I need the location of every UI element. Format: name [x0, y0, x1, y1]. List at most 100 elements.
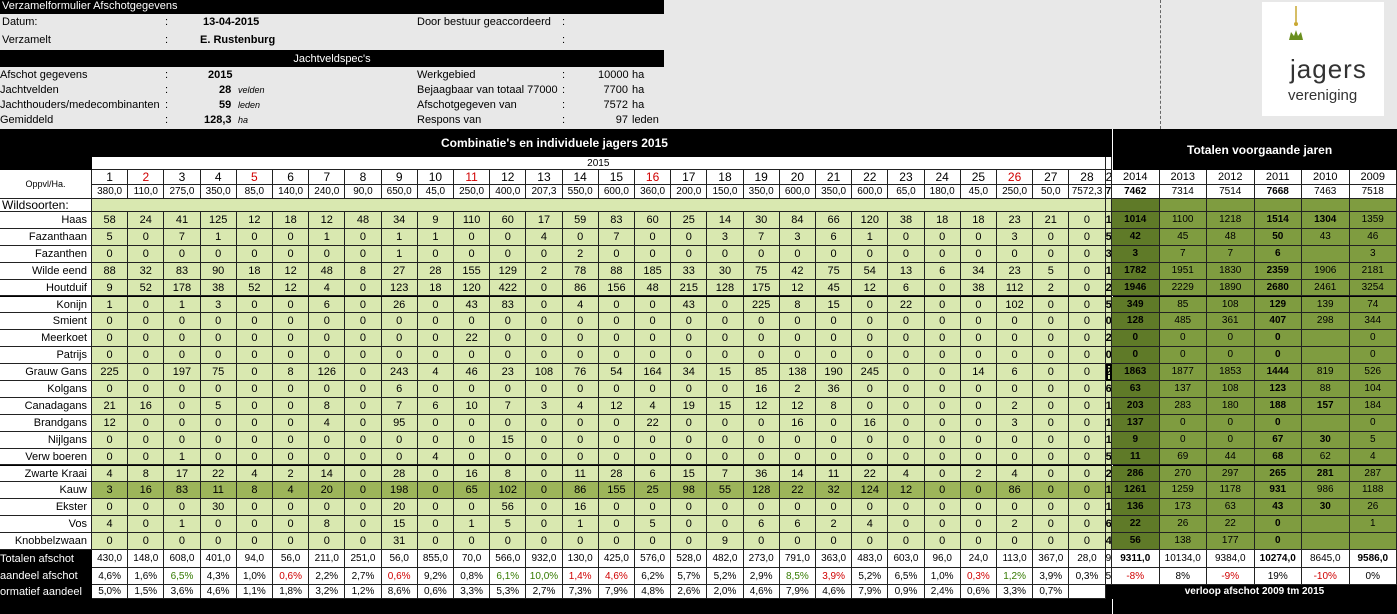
data-cell[interactable]: 2: [1033, 279, 1070, 297]
data-cell[interactable]: 102: [997, 296, 1034, 314]
data-cell[interactable]: 0: [816, 448, 853, 466]
data-cell[interactable]: 1: [92, 296, 129, 314]
data-cell[interactable]: 0: [200, 448, 237, 466]
data-cell[interactable]: 0: [707, 296, 744, 314]
data-cell[interactable]: 28: [417, 262, 454, 280]
data-cell[interactable]: 0: [128, 448, 165, 466]
data-cell[interactable]: 12: [92, 414, 129, 432]
data-cell[interactable]: 0: [1069, 262, 1106, 280]
data-cell[interactable]: 6: [924, 262, 961, 280]
data-cell[interactable]: 3: [200, 296, 237, 314]
data-cell[interactable]: 4: [92, 465, 129, 483]
data-cell[interactable]: 4: [997, 465, 1034, 483]
data-cell[interactable]: 422: [490, 279, 527, 297]
data-cell[interactable]: 164: [635, 364, 672, 381]
data-cell[interactable]: 0: [417, 431, 454, 449]
data-cell[interactable]: 0: [345, 516, 382, 534]
data-cell[interactable]: 0: [236, 516, 273, 534]
afschotgeg-value[interactable]: 7572: [598, 98, 628, 113]
data-cell[interactable]: 215: [671, 279, 708, 297]
data-cell[interactable]: 13: [888, 262, 925, 280]
data-cell[interactable]: 0: [779, 330, 816, 348]
data-cell[interactable]: 3: [92, 482, 129, 500]
data-cell[interactable]: 0: [779, 245, 816, 263]
data-cell[interactable]: 20: [381, 499, 418, 517]
data-cell[interactable]: 1: [164, 296, 201, 314]
data-cell[interactable]: 0: [1033, 381, 1070, 398]
data-cell[interactable]: 6: [779, 516, 816, 534]
data-cell[interactable]: 0: [236, 347, 273, 365]
data-cell[interactable]: 0: [562, 533, 599, 550]
data-cell[interactable]: 4: [526, 228, 563, 246]
data-cell[interactable]: 0: [852, 431, 889, 449]
data-cell[interactable]: 48: [309, 262, 346, 280]
data-cell[interactable]: 198: [381, 482, 418, 500]
data-cell[interactable]: 0: [345, 448, 382, 466]
data-cell[interactable]: 0: [128, 313, 165, 331]
data-cell[interactable]: 0: [1069, 448, 1106, 466]
data-cell[interactable]: 6: [997, 364, 1034, 381]
data-cell[interactable]: 0: [671, 330, 708, 348]
data-cell[interactable]: 8: [128, 465, 165, 483]
data-cell[interactable]: 0: [200, 533, 237, 550]
data-cell[interactable]: 33: [671, 262, 708, 280]
data-cell[interactable]: 0: [273, 499, 310, 517]
data-cell[interactable]: 22: [888, 296, 925, 314]
data-cell[interactable]: 0: [960, 245, 997, 263]
data-cell[interactable]: 0: [598, 533, 635, 550]
data-cell[interactable]: 9: [707, 533, 744, 550]
data-cell[interactable]: 0: [345, 364, 382, 381]
data-cell[interactable]: 0: [164, 431, 201, 449]
data-cell[interactable]: 0: [164, 347, 201, 365]
data-cell[interactable]: 0: [164, 397, 201, 415]
data-cell[interactable]: 0: [1033, 448, 1070, 466]
data-cell[interactable]: 0: [128, 516, 165, 534]
data-cell[interactable]: 0: [526, 482, 563, 500]
data-cell[interactable]: 0: [671, 228, 708, 246]
data-cell[interactable]: 15: [381, 516, 418, 534]
data-cell[interactable]: 11: [562, 465, 599, 483]
data-cell[interactable]: 54: [598, 364, 635, 381]
data-cell[interactable]: 0: [562, 431, 599, 449]
data-cell[interactable]: 0: [309, 448, 346, 466]
data-cell[interactable]: 0: [924, 313, 961, 331]
data-cell[interactable]: 0: [164, 414, 201, 432]
data-cell[interactable]: 0: [490, 245, 527, 263]
data-cell[interactable]: 52: [236, 279, 273, 297]
data-cell[interactable]: 0: [852, 448, 889, 466]
data-cell[interactable]: 0: [1069, 482, 1106, 500]
data-cell[interactable]: 0: [779, 313, 816, 331]
data-cell[interactable]: 2: [960, 465, 997, 483]
data-cell[interactable]: 0: [852, 296, 889, 314]
data-cell[interactable]: 90: [200, 262, 237, 280]
data-cell[interactable]: 0: [960, 516, 997, 534]
data-cell[interactable]: 8: [779, 296, 816, 314]
data-cell[interactable]: 0: [273, 448, 310, 466]
data-cell[interactable]: 0: [345, 397, 382, 415]
data-cell[interactable]: 0: [562, 414, 599, 432]
data-cell[interactable]: 123: [381, 279, 418, 297]
data-cell[interactable]: 9: [417, 212, 454, 229]
data-cell[interactable]: 48: [345, 212, 382, 229]
data-cell[interactable]: 34: [381, 212, 418, 229]
data-cell[interactable]: 0: [924, 465, 961, 483]
data-cell[interactable]: 11: [816, 465, 853, 483]
data-cell[interactable]: 0: [309, 347, 346, 365]
data-cell[interactable]: 0: [345, 533, 382, 550]
data-cell[interactable]: 14: [707, 212, 744, 229]
data-cell[interactable]: 86: [562, 482, 599, 500]
data-cell[interactable]: 18: [417, 279, 454, 297]
data-cell[interactable]: 0: [526, 448, 563, 466]
data-cell[interactable]: 4: [635, 397, 672, 415]
data-cell[interactable]: 4: [309, 414, 346, 432]
data-cell[interactable]: 0: [128, 228, 165, 246]
data-cell[interactable]: 108: [526, 364, 563, 381]
data-cell[interactable]: 0: [960, 397, 997, 415]
data-cell[interactable]: 0: [707, 381, 744, 398]
data-cell[interactable]: 112: [997, 279, 1034, 297]
data-cell[interactable]: 0: [1033, 364, 1070, 381]
data-cell[interactable]: 0: [345, 465, 382, 483]
data-cell[interactable]: 30: [707, 262, 744, 280]
data-cell[interactable]: 15: [707, 364, 744, 381]
data-cell[interactable]: 0: [1069, 414, 1106, 432]
